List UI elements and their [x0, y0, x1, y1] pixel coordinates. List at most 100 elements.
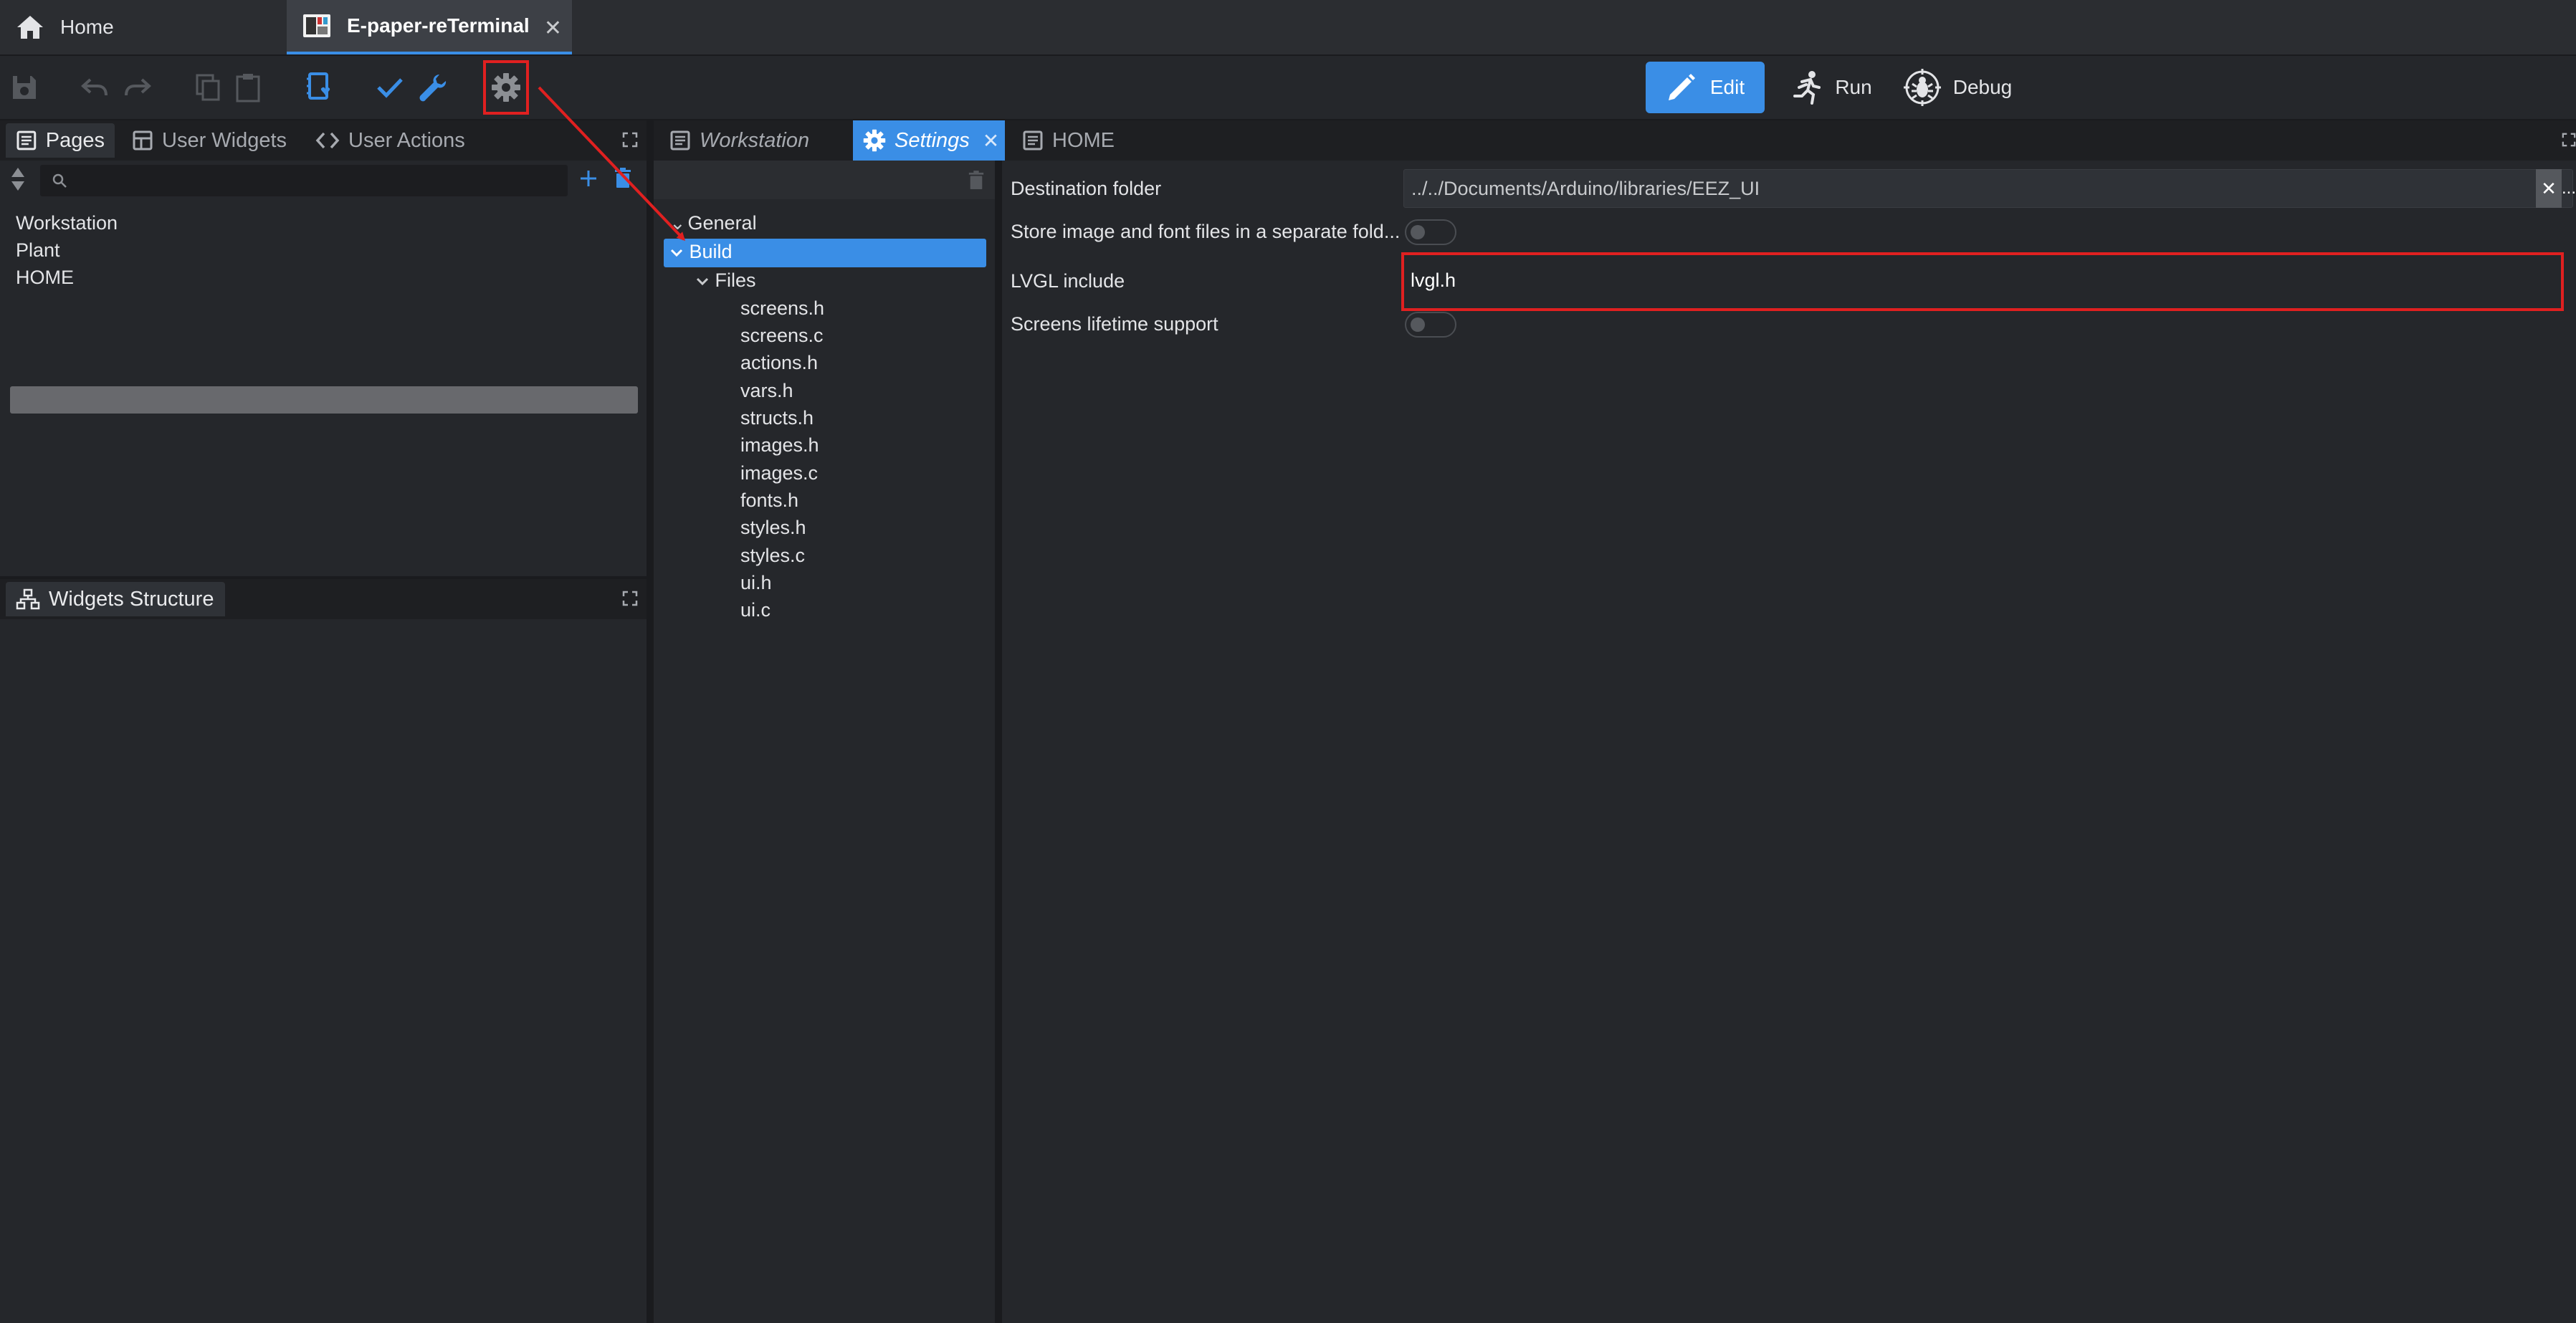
- build-properties: Destination folder ../../Documents/Ardui…: [1002, 161, 2576, 1323]
- copy-button[interactable]: [191, 70, 225, 105]
- widgets-structure-panel: Widgets Structure: [0, 579, 647, 1323]
- bug-icon: [1903, 69, 1941, 106]
- tab-user-actions[interactable]: User Actions: [315, 123, 465, 158]
- file-item[interactable]: actions.h: [740, 352, 818, 374]
- file-item[interactable]: screens.h: [740, 297, 824, 320]
- page-item-workstation[interactable]: Workstation: [16, 212, 118, 234]
- lvgl-include-input[interactable]: lvgl.h: [1403, 261, 2576, 300]
- file-item[interactable]: screens.c: [740, 325, 824, 347]
- tree-item-build-label: Build: [689, 241, 733, 262]
- tab-pages[interactable]: Pages: [6, 123, 115, 158]
- settings-tree: ⌄ General Build Files screens.h screens.…: [654, 161, 995, 1323]
- page-item-home[interactable]: HOME: [16, 267, 74, 289]
- tab-project[interactable]: E-paper-reTerminal ✕: [287, 0, 572, 54]
- edit-mode-label: Edit: [1709, 76, 1745, 98]
- search-icon: [52, 173, 67, 188]
- pages-search-input[interactable]: [40, 165, 568, 196]
- chevron-down-icon: ⌄: [669, 212, 686, 234]
- run-mode-button[interactable]: Run: [1782, 62, 1882, 113]
- run-mode-label: Run: [1835, 76, 1872, 98]
- editor-tab-workstation-label: Workstation: [700, 128, 810, 152]
- vertical-splitter[interactable]: [647, 120, 654, 1323]
- tree-item-files[interactable]: Files: [695, 269, 756, 292]
- delete-icon[interactable]: [968, 171, 985, 191]
- tab-pages-label: Pages: [45, 128, 105, 152]
- tab-user-widgets-label: User Widgets: [162, 128, 287, 152]
- file-item[interactable]: styles.c: [740, 545, 805, 567]
- structure-panel-tabs: Widgets Structure: [0, 579, 647, 619]
- edit-mode-button[interactable]: Edit: [1646, 62, 1765, 113]
- expand-icon[interactable]: [622, 591, 638, 606]
- chevron-down-icon: [696, 277, 709, 285]
- toggle-knob: [1411, 317, 1425, 332]
- expand-icon[interactable]: [622, 132, 638, 148]
- add-page-button[interactable]: [578, 168, 599, 189]
- pages-panel: Pages User Widgets User Actions Workstat…: [0, 120, 647, 576]
- file-item[interactable]: structs.h: [740, 407, 814, 429]
- file-item[interactable]: styles.h: [740, 517, 806, 539]
- editor-tab-workstation[interactable]: Workstation: [669, 120, 809, 161]
- lvgl-include-value: lvgl.h: [1411, 269, 1456, 291]
- toggle-knob: [1411, 225, 1425, 239]
- page-item-home-selected[interactable]: [10, 386, 638, 414]
- hierarchy-icon: [16, 588, 40, 610]
- gear-icon: [863, 129, 886, 152]
- tab-user-widgets[interactable]: User Widgets: [132, 123, 287, 158]
- editor-tab-settings[interactable]: Settings ✕: [853, 120, 1005, 161]
- page-icon: [670, 130, 690, 151]
- tree-item-general-label: General: [687, 212, 757, 234]
- lifetime-support-label: Screens lifetime support: [1011, 313, 1218, 335]
- redo-button[interactable]: [120, 70, 155, 105]
- pages-panel-tabs: Pages User Widgets User Actions: [0, 120, 647, 161]
- editor-tab-home-label: HOME: [1052, 128, 1115, 152]
- debug-mode-button[interactable]: Debug: [1897, 62, 2018, 113]
- sort-icon[interactable]: [10, 166, 26, 192]
- code-brackets-icon: [315, 132, 340, 149]
- vertical-splitter[interactable]: [995, 161, 1002, 1323]
- paste-button[interactable]: [231, 70, 265, 105]
- editor-tab-home[interactable]: HOME: [1022, 120, 1115, 161]
- home-icon: [16, 14, 44, 40]
- tree-item-general[interactable]: ⌄ General: [669, 212, 757, 234]
- clear-folder-button[interactable]: ✕: [2536, 169, 2562, 208]
- widget-library-button[interactable]: [302, 70, 337, 105]
- save-button[interactable]: [7, 70, 42, 105]
- check-icon[interactable]: [373, 70, 407, 105]
- tree-toolbar: [654, 161, 995, 199]
- destination-folder-input[interactable]: ../../Documents/Arduino/libraries/EEZ_UI: [1403, 169, 2573, 208]
- expand-icon[interactable]: [2562, 132, 2576, 148]
- pencil-icon: [1668, 74, 1695, 100]
- file-item[interactable]: images.c: [740, 462, 818, 484]
- destination-folder-value: ../../Documents/Arduino/libraries/EEZ_UI: [1411, 177, 1760, 199]
- close-tab-icon[interactable]: ✕: [983, 129, 999, 153]
- tab-widgets-structure[interactable]: Widgets Structure: [6, 582, 225, 616]
- toolbar: [0, 56, 2576, 120]
- delete-page-button[interactable]: [614, 168, 632, 189]
- build-wrench-icon[interactable]: [416, 70, 450, 105]
- close-tab-icon[interactable]: ✕: [544, 16, 562, 41]
- running-person-icon: [1793, 71, 1821, 105]
- browse-folder-button[interactable]: ...: [2562, 169, 2576, 208]
- debug-mode-label: Debug: [1952, 76, 2013, 98]
- file-item[interactable]: images.h: [740, 434, 819, 457]
- close-icon: ✕: [2541, 177, 2557, 199]
- file-item[interactable]: ui.c: [740, 599, 771, 621]
- file-item[interactable]: ui.h: [740, 572, 772, 594]
- chevron-down-icon: [670, 249, 683, 257]
- lifetime-support-toggle[interactable]: [1405, 312, 1456, 338]
- tab-home-label: Home: [60, 16, 114, 38]
- tab-home[interactable]: Home: [0, 0, 285, 54]
- window-tab-bar: Home E-paper-reTerminal ✕: [0, 0, 2576, 56]
- editor-tabs: Workstation Settings ✕ HOME: [654, 120, 2576, 161]
- undo-button[interactable]: [77, 70, 112, 105]
- page-item-plant[interactable]: Plant: [16, 239, 60, 262]
- editor-area: Workstation Settings ✕ HOME ⌄ General Bu…: [654, 120, 2576, 1323]
- tree-item-files-label: Files: [715, 269, 756, 291]
- settings-gear-icon[interactable]: [489, 70, 523, 105]
- separate-folder-toggle[interactable]: [1405, 219, 1456, 245]
- tree-item-build[interactable]: Build: [669, 241, 733, 263]
- tab-widgets-structure-label: Widgets Structure: [49, 587, 214, 611]
- file-item[interactable]: vars.h: [740, 380, 793, 402]
- file-item[interactable]: fonts.h: [740, 489, 798, 512]
- pages-icon: [16, 130, 37, 151]
